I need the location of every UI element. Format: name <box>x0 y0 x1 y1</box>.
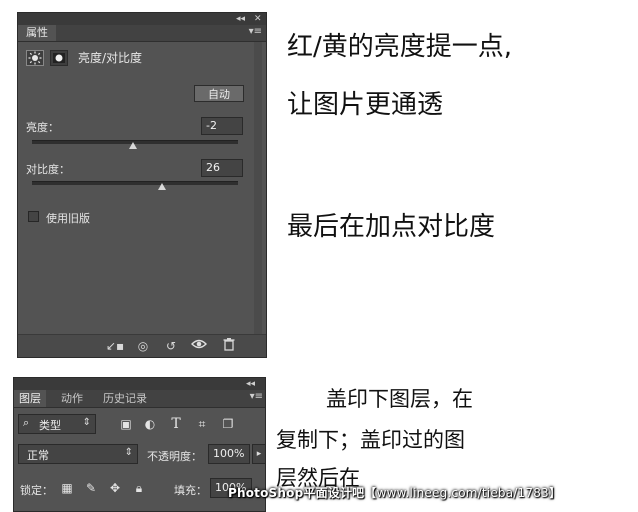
opacity-dropdown-arrow-icon[interactable]: ▸ <box>252 444 265 464</box>
shape-layer-filter-icon[interactable]: ⌗ <box>194 416 210 432</box>
contrast-label: 对比度： <box>26 163 70 176</box>
view-previous-icon[interactable]: ◎ <box>134 338 152 354</box>
brightness-input[interactable]: -2 <box>201 117 243 135</box>
lock-position-icon[interactable]: ✥ <box>108 480 122 496</box>
tab-properties[interactable]: 属性 <box>18 25 56 41</box>
layer-filter-dropdown[interactable]: ⌕ 类型 ⇕ <box>18 414 96 434</box>
lock-label: 锁定： <box>20 484 53 497</box>
layer-mask-icon[interactable] <box>50 50 68 66</box>
contrast-input[interactable]: 26 <box>201 159 243 177</box>
panel-scrollbar[interactable] <box>254 42 262 337</box>
layers-tab-row: 图层 动作 历史记录 ▾≡ <box>14 390 265 408</box>
tab-layers[interactable]: 图层 <box>14 390 46 407</box>
panel-menu-icon[interactable]: ▾≡ <box>249 26 262 37</box>
pixel-layer-filter-icon[interactable]: ▣ <box>118 416 134 432</box>
layers-menu-icon[interactable]: ▾≡ <box>250 391 263 402</box>
smart-object-filter-icon[interactable]: ❐ <box>220 416 236 432</box>
stepper-arrows-icon: ⇕ <box>124 447 133 458</box>
properties-tab-row: 属性 ▾≡ <box>18 25 266 42</box>
tab-actions[interactable]: 动作 <box>56 390 88 407</box>
brightness-sun-icon[interactable] <box>26 50 44 66</box>
blend-mode-value: 正常 <box>27 449 49 462</box>
trash-icon[interactable] <box>220 337 238 353</box>
filter-type-label: 类型 <box>39 419 61 432</box>
adjustment-layer-filter-icon[interactable]: ◐ <box>142 416 158 432</box>
note-line-5: 复制下；盖印过的图 <box>276 428 465 452</box>
collapse-panel-icon[interactable]: ◂◂ <box>236 13 245 25</box>
close-panel-icon[interactable]: ✕ <box>254 13 262 25</box>
lock-image-icon[interactable]: ✎ <box>84 480 98 496</box>
panel-bottom-bar: ↙▪ ◎ ↺ <box>18 334 266 357</box>
watermark-url: 【www.lineeg.com/tieba/1783】 <box>364 486 562 500</box>
brightness-label: 亮度： <box>26 121 59 134</box>
adjustment-header: 亮度/对比度 <box>26 47 256 69</box>
opacity-input[interactable]: 100% <box>208 444 250 464</box>
panel-title-bar: ◂◂ ✕ <box>18 13 266 25</box>
collapse-layers-icon[interactable]: ◂◂ <box>246 378 255 390</box>
adjustment-title: 亮度/对比度 <box>78 51 143 65</box>
lock-transparent-icon[interactable]: ▦ <box>60 480 74 496</box>
clip-to-layer-icon[interactable]: ↙▪ <box>106 338 124 354</box>
blend-mode-dropdown[interactable]: 正常 ⇕ <box>18 444 138 464</box>
note-line-1: 红/黄的亮度提一点, <box>287 32 513 62</box>
stepper-arrows-icon: ⇕ <box>82 417 91 428</box>
properties-panel: ◂◂ ✕ 属性 ▾≡ 亮度/对比度 自动 亮度： -2 对比度： 26 使用旧版 <box>17 12 267 358</box>
use-legacy-label: 使用旧版 <box>46 212 90 225</box>
watermark-brand: PhotoShop平面设计吧 <box>228 486 365 500</box>
auto-button[interactable]: 自动 <box>194 85 244 102</box>
search-icon: ⌕ <box>23 416 30 429</box>
opacity-label: 不透明度： <box>147 450 202 463</box>
use-legacy-checkbox[interactable] <box>28 211 39 222</box>
watermark: PhotoShop平面设计吧【www.lineeg.com/tieba/1783… <box>228 484 561 501</box>
layers-title-bar: ◂◂ <box>14 378 265 390</box>
fill-label: 填充： <box>174 484 207 497</box>
note-line-4: 盖印下图层，在 <box>326 387 473 411</box>
reset-icon[interactable]: ↺ <box>162 338 180 354</box>
note-line-2: 让图片更通透 <box>287 90 444 120</box>
note-line-3: 最后在加点对比度 <box>287 212 496 242</box>
contrast-slider-thumb[interactable] <box>157 183 166 190</box>
contrast-slider-track[interactable] <box>32 181 238 185</box>
lock-all-icon[interactable]: 🔒︎ <box>132 480 146 496</box>
visibility-eye-icon[interactable] <box>190 337 208 353</box>
type-layer-filter-icon[interactable]: T <box>168 416 184 432</box>
tab-history[interactable]: 历史记录 <box>98 390 152 407</box>
brightness-slider-thumb[interactable] <box>128 142 137 149</box>
